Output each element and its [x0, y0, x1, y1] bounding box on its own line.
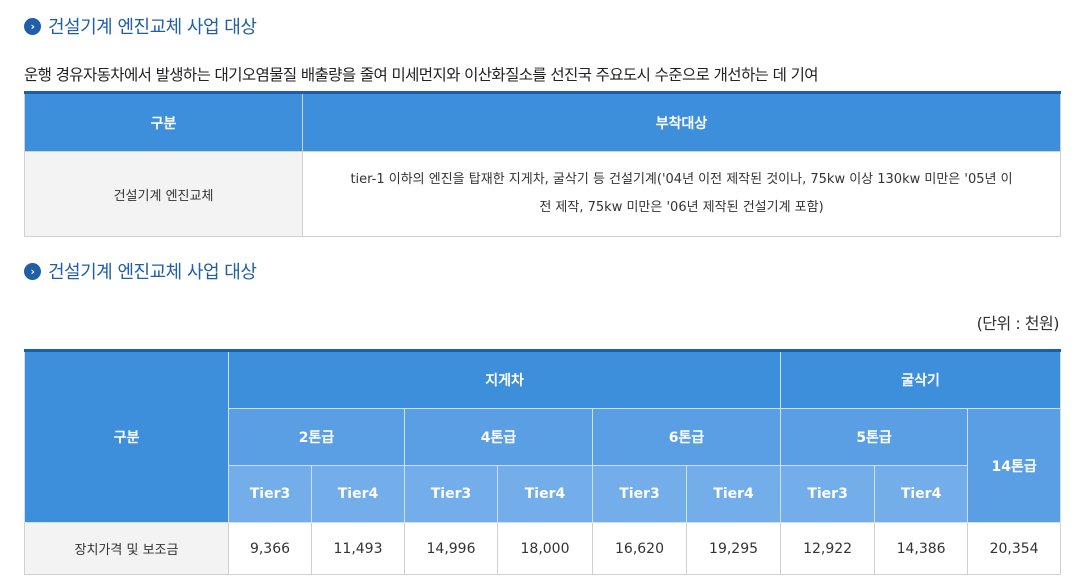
section2-heading-text: 건설기계 엔진교체 사업 대상 — [48, 262, 257, 283]
table-cell: 9,366 — [228, 522, 312, 575]
header-14ton: 14톤급 — [967, 408, 1062, 523]
header-tier: Tier4 — [685, 465, 782, 523]
chevron-right-icon: › — [24, 262, 41, 280]
table-header-category: 구분 — [24, 350, 229, 523]
row-label: 장치가격 및 보조금 — [24, 522, 229, 575]
target-table: 구분 부착대상 건설기계 엔진교체 tier-1 이하의 엔진을 탑재한 지게차… — [24, 91, 1061, 237]
header-tier: Tier3 — [404, 465, 498, 523]
header-6ton: 6톤급 — [591, 408, 782, 466]
chevron-right-icon: › — [24, 17, 41, 35]
unit-label: (단위 : 천원) — [976, 314, 1060, 333]
table-cell: 14,996 — [404, 522, 498, 575]
table-cell: 19,295 — [685, 522, 782, 575]
row-label: 건설기계 엔진교체 — [24, 151, 303, 237]
table-cell: 12,922 — [780, 522, 876, 575]
price-table: 구분 지게차 굴삭기 2톤급 4톤급 6톤급 5톤급 14톤급 Tier3 Ti… — [24, 349, 1062, 575]
table-cell: 20,354 — [967, 522, 1062, 575]
header-tier: Tier4 — [874, 465, 969, 523]
header-2ton: 2톤급 — [228, 408, 405, 466]
row-description-line2: 전 제작, 75kw 미만은 '06년 제작된 건설기계 포함) — [539, 200, 824, 215]
section1-heading-text: 건설기계 엔진교체 사업 대상 — [48, 17, 257, 38]
header-tier: Tier3 — [780, 465, 876, 523]
section1-description: 운행 경유자동차에서 발생하는 대기오염물질 배출량을 줄여 미세먼지와 이산화… — [24, 66, 819, 84]
table-row: 장치가격 및 보조금 9,366 11,493 14,996 18,000 16… — [24, 522, 1062, 575]
table-cell: 18,000 — [497, 522, 593, 575]
header-tier: Tier4 — [497, 465, 593, 523]
section2-heading: › 건설기계 엔진교체 사업 대상 — [24, 259, 257, 283]
table-cell: 14,386 — [874, 522, 969, 575]
header-tier: Tier3 — [592, 465, 687, 523]
header-tier: Tier3 — [228, 465, 312, 523]
header-tier: Tier4 — [311, 465, 405, 523]
page: › 건설기계 엔진교체 사업 대상 운행 경유자동차에서 발생하는 대기오염물질… — [0, 0, 1077, 584]
header-excavator: 굴삭기 — [780, 350, 1062, 409]
row-description: tier-1 이하의 엔진을 탑재한 지게차, 굴삭기 등 건설기계('04년 … — [302, 151, 1061, 237]
table-header-target: 부착대상 — [302, 92, 1061, 152]
table-cell: 11,493 — [311, 522, 405, 575]
header-forklift: 지게차 — [227, 350, 782, 409]
header-5ton: 5톤급 — [780, 408, 969, 466]
table-cell: 16,620 — [592, 522, 687, 575]
row-description-line1: tier-1 이하의 엔진을 탑재한 지게차, 굴삭기 등 건설기계('04년 … — [350, 172, 1013, 187]
section1-heading: › 건설기계 엔진교체 사업 대상 — [24, 14, 257, 38]
header-4ton: 4톤급 — [404, 408, 593, 466]
table-row: 건설기계 엔진교체 tier-1 이하의 엔진을 탑재한 지게차, 굴삭기 등 … — [24, 151, 1061, 237]
table-header-category: 구분 — [24, 92, 303, 152]
